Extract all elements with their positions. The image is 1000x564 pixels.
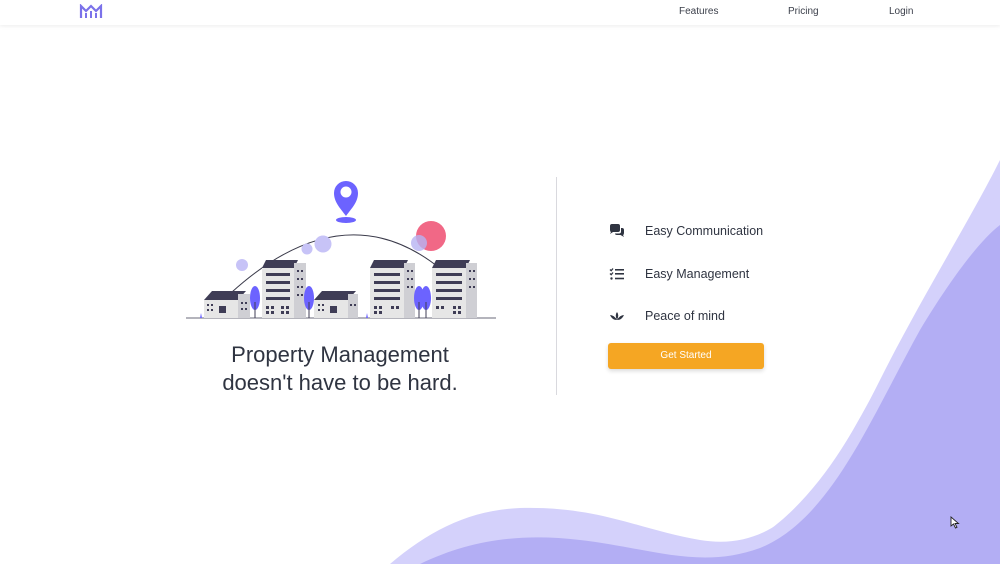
city-illustration [186, 181, 496, 319]
top-navbar: Features Pricing Login [0, 0, 1000, 25]
feature-label-peace-of-mind: Peace of mind [645, 309, 725, 323]
feature-label-management: Easy Management [645, 267, 750, 281]
lotus-icon [610, 312, 624, 320]
nav-link-pricing[interactable]: Pricing [788, 6, 819, 17]
nav-link-features[interactable]: Features [679, 6, 718, 17]
map-pin-icon [334, 181, 358, 223]
feature-label-communication: Easy Communication [645, 224, 764, 238]
checklist-icon [609, 268, 624, 280]
hero-headline: Property Management doesn't have to be h… [190, 341, 490, 397]
mouse-cursor-icon [950, 516, 960, 529]
vertical-divider [556, 177, 557, 395]
logo-icon[interactable] [79, 4, 103, 20]
headline-line-1: Property Management [231, 342, 449, 367]
headline-line-2: doesn't have to be hard. [222, 370, 458, 395]
nav-link-login[interactable]: Login [889, 6, 913, 17]
get-started-button[interactable]: Get Started [608, 343, 764, 369]
chat-bubbles-icon [610, 224, 624, 237]
